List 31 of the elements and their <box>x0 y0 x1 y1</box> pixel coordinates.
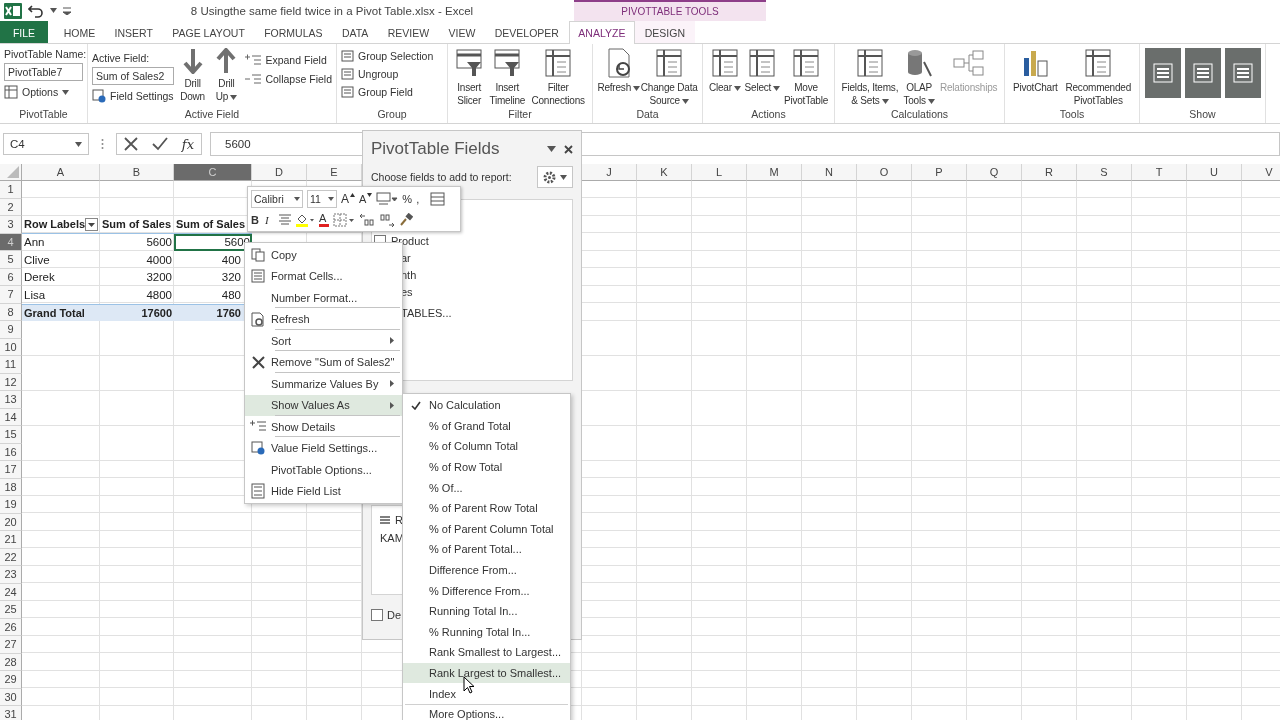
table-cell: 17600 <box>100 303 174 321</box>
choose-fields-label: Choose fields to add to report: <box>371 171 512 183</box>
group-caption: Filter <box>507 108 533 122</box>
defer-label: De <box>387 609 402 621</box>
pane-title: PivotTable Fields <box>371 139 501 159</box>
group-caption: Show <box>1188 108 1217 122</box>
group-caption: Calculations <box>889 108 950 122</box>
table-cell-text: 400 <box>220 252 242 268</box>
table-cell-text: 4800 <box>145 287 173 303</box>
table-cell-text: 320 <box>220 270 242 285</box>
table-cell-text: Derek <box>23 270 56 285</box>
group-caption: Data <box>635 108 660 122</box>
group-caption: Active Field <box>183 108 241 122</box>
table-cell-text: Lisa <box>23 287 47 303</box>
table-cell-text: 480 <box>220 287 242 303</box>
table-cell-text: Clive <box>23 252 51 268</box>
contextual-tab-header: PIVOTTABLE TOOLS <box>574 0 766 21</box>
window-title: 8 Usingthe same field twice in a Pivot Table.xlsx - Excel <box>190 4 474 17</box>
table-cell-text: Ann <box>23 235 46 250</box>
group-caption: Group <box>376 108 408 122</box>
group-caption: Tools <box>1058 108 1086 122</box>
table-cell-text: 4000 <box>145 252 173 268</box>
group-caption: Actions <box>750 108 787 122</box>
table-cell-text: 3200 <box>145 270 173 285</box>
table-cell: Sum of Sales <box>100 216 174 234</box>
area-title: R <box>395 514 403 526</box>
table-cell: Row Labels <box>22 216 100 234</box>
table-cell: Grand Total <box>22 303 100 321</box>
group-caption: PivotTable <box>18 108 69 122</box>
active-field-label: Active Field: <box>92 52 151 64</box>
table-cell-text: 5600 <box>145 235 173 250</box>
